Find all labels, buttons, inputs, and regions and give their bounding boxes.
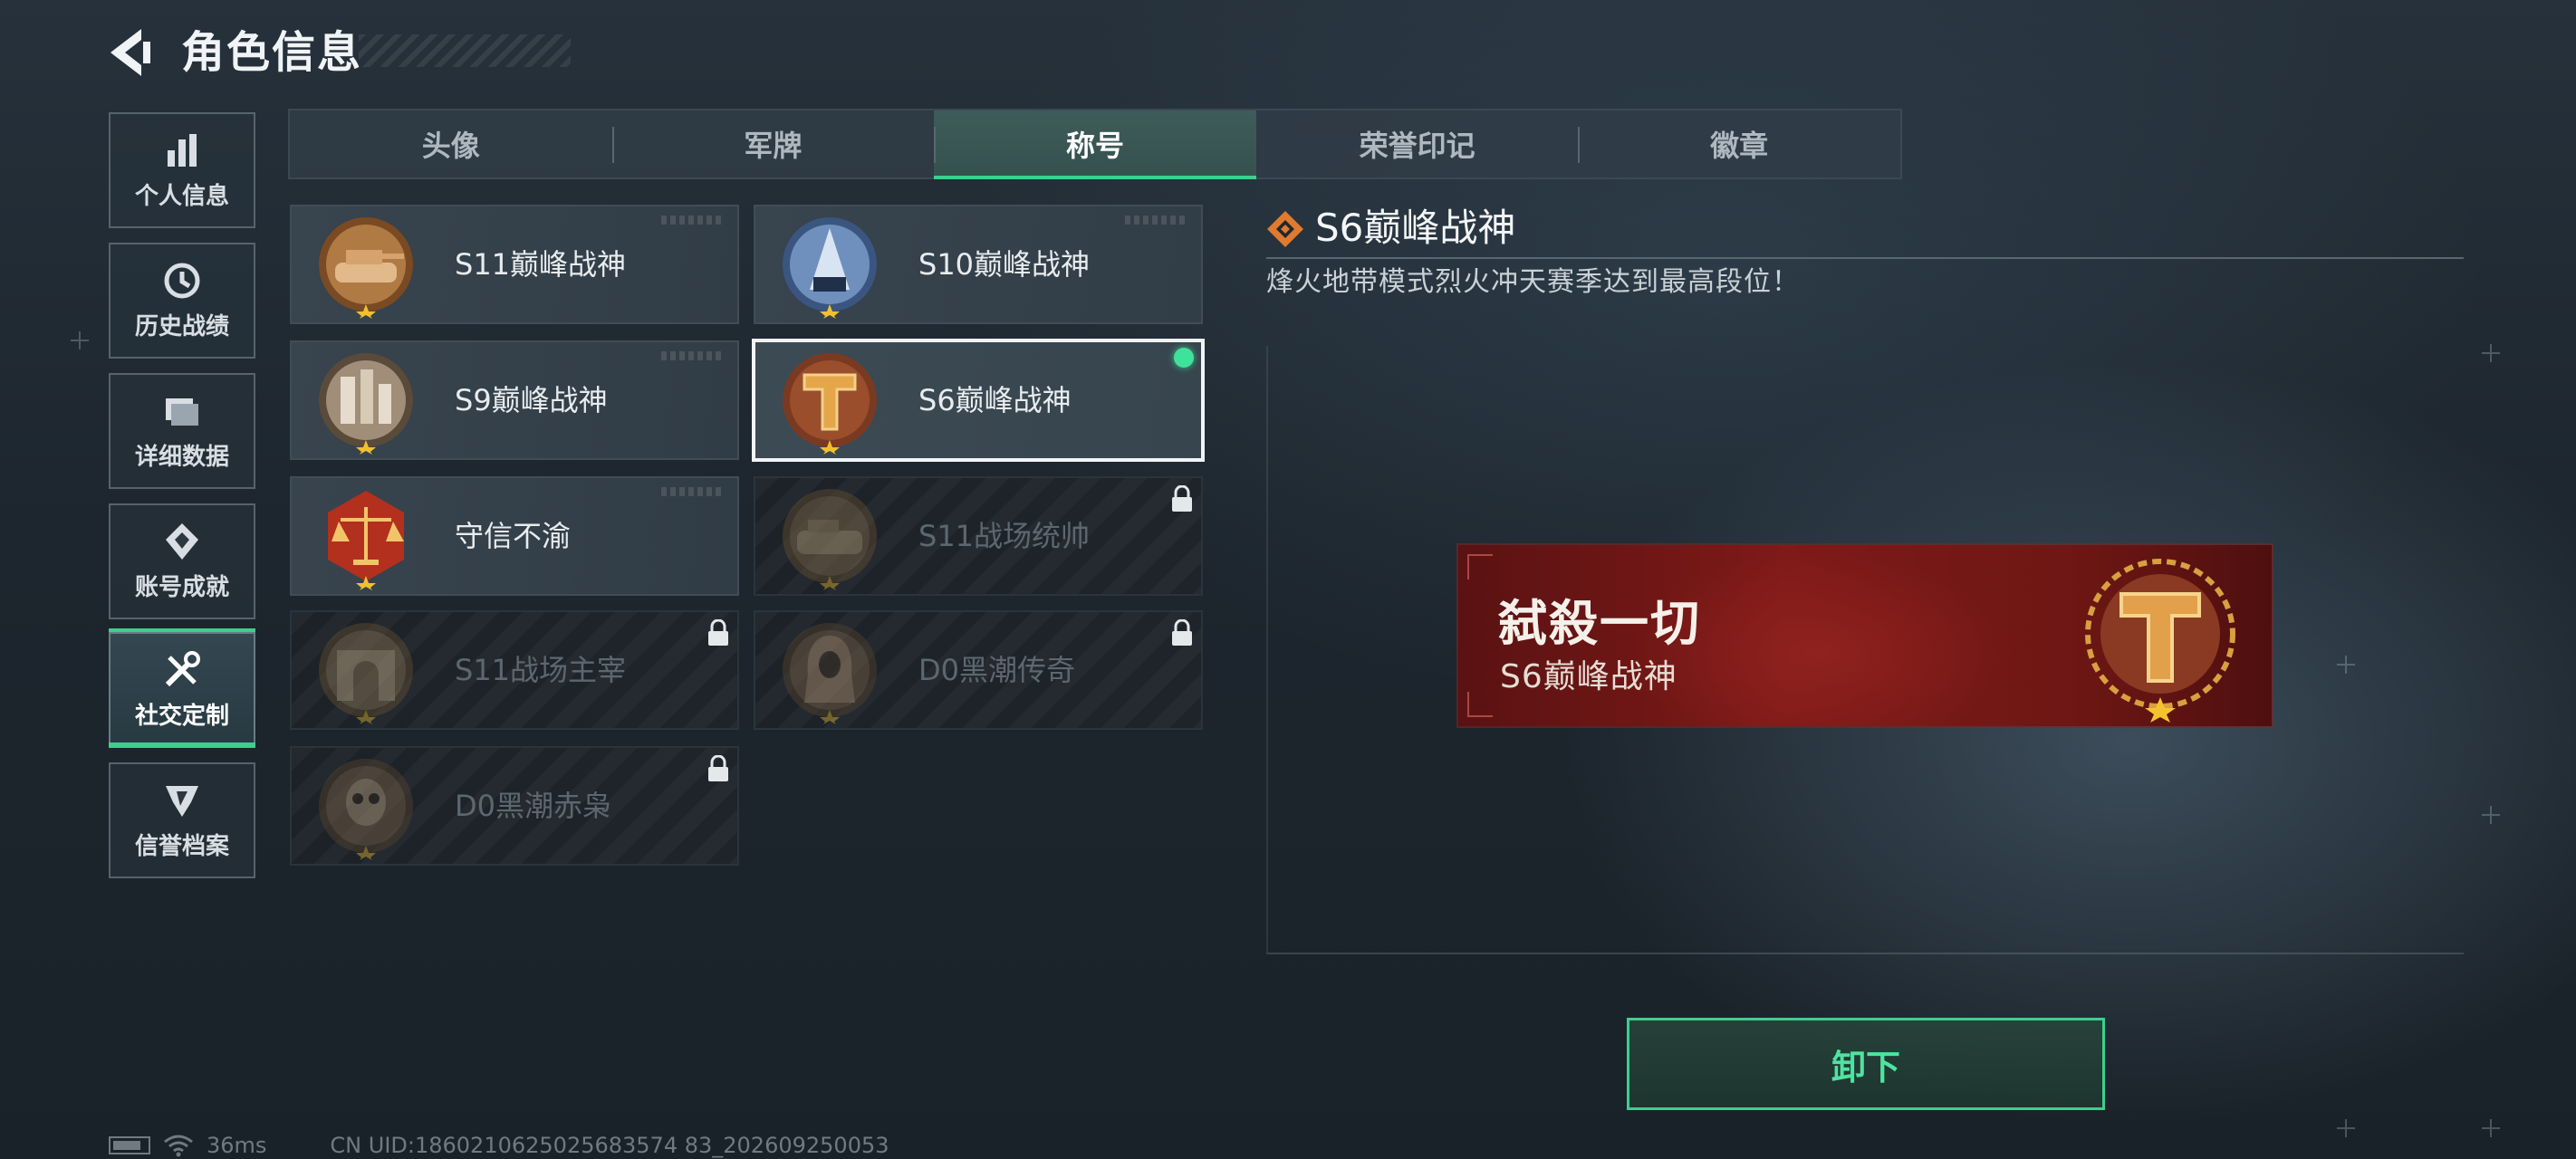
sidebar-item-label: 信誉档案 [134, 832, 229, 860]
folder-data-icon [166, 398, 198, 426]
skull-soldier-medal-icon [319, 759, 413, 860]
tank-medal-icon [319, 217, 413, 319]
achievement-diamond-icon [166, 522, 198, 560]
sidebar-item-label: 账号成就 [134, 573, 229, 601]
sidebar-item-credit[interactable]: 信誉档案 [109, 762, 255, 878]
sidebar-item-achievements[interactable]: 账号成就 [109, 503, 255, 619]
t-emblem-medal-icon [2085, 559, 2235, 723]
wifi-icon [164, 1135, 193, 1157]
uid-text: CN UID:1860210625025683574 83_2026092500… [330, 1133, 889, 1158]
tab-badge[interactable]: 徽章 [1578, 110, 1900, 177]
sidebar-item-detailed-data[interactable]: 详细数据 [109, 373, 255, 489]
equipped-indicator [1174, 348, 1194, 368]
sidebar-item-label: 详细数据 [134, 443, 229, 471]
back-arrow-icon [111, 29, 150, 76]
lock-icon [708, 755, 728, 781]
decor-cross [2482, 1119, 2500, 1137]
decor-cross [2482, 344, 2500, 362]
card-corner-decor [661, 216, 725, 225]
decor-cross [2482, 806, 2500, 824]
banner-main-text: 弑殺一切 [1498, 595, 1701, 652]
sidebar-item-label: 社交定制 [134, 702, 229, 730]
title-card-label: S6巅峰战神 [918, 383, 1072, 417]
tab-title[interactable]: 称号 [934, 110, 1256, 179]
title-card-label: D0黑潮传奇 [918, 653, 1076, 687]
banner-sub-text: S6巅峰战神 [1500, 658, 1677, 695]
title-card-label: S11战场统帅 [918, 519, 1091, 553]
lock-icon [1172, 485, 1192, 512]
unequip-button[interactable]: 卸下 [1627, 1018, 2105, 1110]
title-card-selected[interactable]: S6巅峰战神 [752, 339, 1205, 462]
bar-chart-icon [168, 133, 197, 167]
title-card-locked[interactable]: D0黑潮传奇 [754, 610, 1203, 730]
detail-title: S6巅峰战神 [1315, 206, 1516, 250]
banner-corner-decor [1467, 554, 1493, 580]
card-corner-decor [661, 351, 725, 360]
card-corner-decor [1125, 216, 1188, 225]
apc-medal-icon [783, 489, 877, 590]
tools-wrench-icon [165, 650, 200, 686]
detail-divider [1266, 257, 2464, 259]
title-card-locked[interactable]: S11战场统帅 [754, 476, 1203, 596]
title-card-label: S9巅峰战神 [455, 383, 608, 417]
title-card[interactable]: S10巅峰战神 [754, 205, 1203, 324]
title-card-label: S11巅峰战神 [455, 247, 627, 282]
title-card[interactable]: S11巅峰战神 [290, 205, 739, 324]
title-card[interactable]: S9巅峰战神 [290, 340, 739, 460]
back-button[interactable] [101, 24, 159, 81]
sidebar-item-label: 历史战绩 [134, 312, 229, 340]
sidebar-item-social-custom[interactable]: 社交定制 [109, 632, 255, 748]
detail-description: 烽火地带模式烈火冲天赛季达到最高段位！ [1266, 266, 1800, 298]
ping-value: 36ms [207, 1133, 267, 1158]
sidebar-item-label: 个人信息 [134, 182, 229, 210]
battery-icon [109, 1136, 150, 1154]
tab-bar: 头像 军牌 称号 荣誉印记 徽章 [288, 109, 1902, 179]
title-card-label: D0黑潮赤枭 [455, 789, 612, 823]
status-bar: 36ms CN UID:1860210625025683574 83_20260… [109, 1132, 889, 1159]
title-diamond-icon [1267, 211, 1303, 247]
fortress-medal-icon [783, 217, 877, 319]
lock-icon [1172, 619, 1192, 646]
title-card-locked[interactable]: D0黑潮赤枭 [290, 746, 739, 866]
title-card-label: 守信不渝 [455, 519, 572, 553]
banner-corner-decor [1467, 692, 1493, 717]
credit-shield-icon [166, 785, 198, 817]
history-clock-icon [164, 263, 200, 298]
decor-cross [2337, 1119, 2355, 1137]
title-stripe-decor [359, 34, 571, 67]
tab-dog-tag[interactable]: 军牌 [611, 110, 935, 177]
hooded-figure-medal-icon [783, 623, 877, 724]
card-corner-decor [661, 487, 725, 496]
title-card-label: S10巅峰战神 [918, 247, 1091, 282]
sidebar-item-personal-info[interactable]: 个人信息 [109, 112, 255, 228]
sidebar-item-history[interactable]: 历史战绩 [109, 243, 255, 359]
active-indicator-bottom [109, 742, 255, 748]
title-banner-preview: 弑殺一切 S6巅峰战神 [1458, 545, 2272, 726]
arch-medal-icon [319, 623, 413, 724]
t-emblem-medal-icon [783, 353, 877, 455]
page-title: 角色信息 [181, 27, 363, 78]
scales-medal-icon [328, 491, 404, 590]
tab-avatar[interactable]: 头像 [290, 110, 612, 177]
title-card-locked[interactable]: S11战场主宰 [290, 610, 739, 730]
title-card[interactable]: 守信不渝 [290, 476, 739, 596]
title-card-label: S11战场主宰 [455, 653, 627, 687]
ruins-medal-icon [319, 353, 413, 455]
decor-cross [71, 331, 89, 350]
lock-icon [708, 619, 728, 646]
tab-honor-mark[interactable]: 荣誉印记 [1256, 110, 1579, 177]
